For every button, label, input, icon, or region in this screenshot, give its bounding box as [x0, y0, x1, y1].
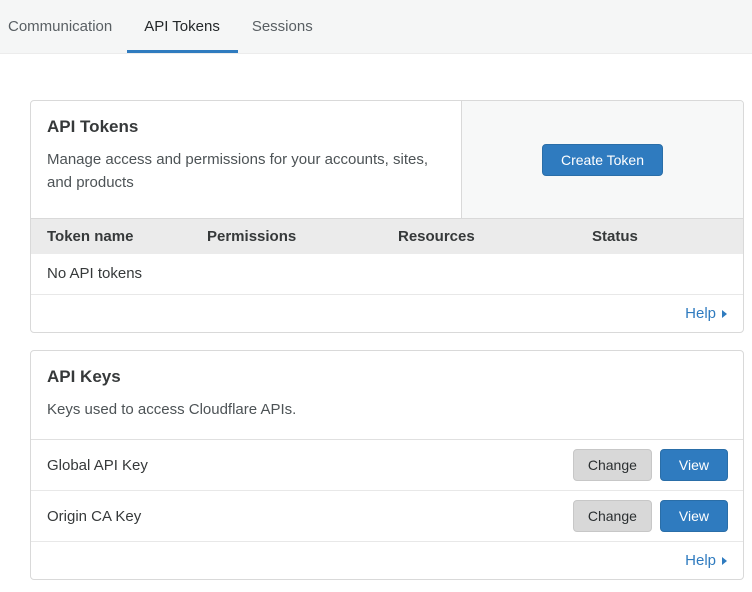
page-content: API Tokens Manage access and permissions… [0, 100, 752, 580]
api-tokens-help-link[interactable]: Help [685, 305, 727, 322]
api-keys-title: API Keys [47, 367, 727, 387]
api-key-actions: Change View [573, 449, 728, 481]
help-arrow-icon [722, 310, 727, 318]
token-table-header-status: Status [592, 228, 743, 245]
token-table-header-row: Token name Permissions Resources Status [31, 218, 743, 254]
tab-sessions[interactable]: Sessions [252, 0, 313, 53]
api-keys-help-link[interactable]: Help [685, 552, 727, 569]
api-tokens-card-footer: Help [31, 295, 743, 332]
api-keys-card: API Keys Keys used to access Cloudflare … [30, 350, 744, 580]
api-tokens-title: API Tokens [47, 117, 445, 137]
view-global-api-key-button[interactable]: View [660, 449, 728, 481]
view-origin-ca-key-button[interactable]: View [660, 500, 728, 532]
token-table-header-token-name: Token name [47, 228, 207, 245]
token-table-empty-row: No API tokens [31, 254, 743, 295]
api-tokens-description: Manage access and permissions for your a… [47, 148, 432, 195]
api-keys-card-footer: Help [31, 542, 743, 579]
api-key-label: Origin CA Key [47, 508, 141, 525]
api-tokens-card: API Tokens Manage access and permissions… [30, 100, 744, 333]
api-keys-card-header: API Keys Keys used to access Cloudflare … [31, 351, 743, 440]
tab-communication[interactable]: Communication [8, 0, 112, 53]
api-tokens-card-header-action: Create Token [461, 101, 743, 218]
change-global-api-key-button[interactable]: Change [573, 449, 652, 481]
tab-api-tokens[interactable]: API Tokens [144, 0, 220, 53]
create-token-button[interactable]: Create Token [542, 144, 663, 176]
help-link-label: Help [685, 305, 716, 322]
api-key-row-global: Global API Key Change View [31, 440, 743, 491]
token-table-header-resources: Resources [398, 228, 592, 245]
settings-tab-bar: Communication API Tokens Sessions [0, 0, 752, 54]
change-origin-ca-key-button[interactable]: Change [573, 500, 652, 532]
api-keys-description: Keys used to access Cloudflare APIs. [47, 398, 432, 421]
token-table-header-permissions: Permissions [207, 228, 398, 245]
help-link-label: Help [685, 552, 716, 569]
api-key-label: Global API Key [47, 457, 148, 474]
help-arrow-icon [722, 557, 727, 565]
api-key-row-origin-ca: Origin CA Key Change View [31, 491, 743, 542]
api-tokens-card-header: API Tokens Manage access and permissions… [31, 101, 743, 218]
api-tokens-card-header-text: API Tokens Manage access and permissions… [31, 101, 461, 218]
api-key-actions: Change View [573, 500, 728, 532]
